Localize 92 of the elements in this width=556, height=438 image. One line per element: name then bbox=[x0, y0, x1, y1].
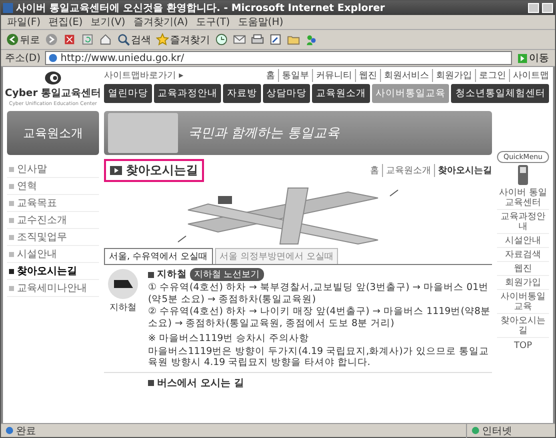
people-icon bbox=[305, 33, 318, 46]
bullet-icon bbox=[148, 272, 154, 278]
nav-tab[interactable]: 청소년통일체험센터 bbox=[451, 84, 550, 103]
go-arrow-icon bbox=[518, 54, 527, 62]
stop-icon bbox=[63, 33, 76, 46]
toolbar-button[interactable] bbox=[268, 33, 283, 46]
search-button[interactable]: 검색 bbox=[116, 32, 152, 46]
address-field[interactable]: http://www.uniedu.go.kr/ bbox=[44, 51, 512, 65]
toolbar-button[interactable] bbox=[250, 33, 265, 46]
sidebar-item[interactable]: 교수진소개 bbox=[7, 212, 99, 229]
section-title: 버스에서 오시는 길 bbox=[157, 376, 244, 390]
sidebar-item[interactable]: 교육목표 bbox=[7, 195, 99, 212]
menu-item[interactable]: 도움말(H) bbox=[238, 15, 284, 29]
top-link[interactable]: 웹진 bbox=[355, 69, 377, 82]
menu-item[interactable]: 도구(T) bbox=[196, 15, 230, 29]
address-label: 주소(D) bbox=[5, 52, 41, 65]
printer-icon bbox=[251, 33, 264, 46]
banner-headline: 국민과 함께하는 통일교육 bbox=[188, 125, 340, 142]
top-link[interactable]: 회원서비스 bbox=[380, 69, 429, 82]
section-title: 지하철 bbox=[157, 268, 187, 280]
page-icon bbox=[5, 426, 14, 435]
note-text: 마을버스1119번은 방향이 두가지(4.19 국립묘지,화계사)가 있으므로 통일교육원 방향시 4.19 국립묘지 방향을 타셔야 합니다. bbox=[148, 346, 490, 368]
clock-icon bbox=[215, 33, 228, 46]
page-title-text: 찾아오시는길 bbox=[126, 162, 198, 179]
sidebar-item[interactable]: 교육세미나안내 bbox=[7, 280, 99, 297]
house-icon bbox=[99, 33, 112, 46]
go-button[interactable]: 이동 bbox=[516, 51, 551, 65]
refresh-icon bbox=[81, 33, 94, 46]
top-link[interactable]: 통일부 bbox=[278, 69, 309, 82]
sidebar-item[interactable]: 연혁 bbox=[7, 178, 99, 195]
toolbar-button[interactable] bbox=[62, 33, 77, 46]
bullet-icon bbox=[148, 380, 154, 386]
window-title: 사이버 통일교육센터에 오신것을 환영합니다. - Microsoft Internet Explorer bbox=[16, 2, 386, 15]
toolbar-button[interactable]: 뒤로 bbox=[5, 32, 41, 46]
browser-icon bbox=[3, 3, 13, 13]
route-map-button[interactable]: 지하철 노선보기 bbox=[190, 268, 264, 281]
menu-item[interactable]: 파일(F) bbox=[7, 15, 41, 29]
note-text: ※ 마을버스1119번 승차시 주의사항 bbox=[148, 333, 310, 344]
top-button[interactable]: TOP bbox=[514, 339, 532, 353]
nav-tab[interactable]: 열린마당 bbox=[104, 84, 152, 103]
star-icon bbox=[156, 33, 169, 46]
pencil-icon bbox=[269, 33, 282, 46]
menu-item[interactable]: 즐겨찾기(A) bbox=[133, 15, 188, 29]
top-link[interactable]: 로그인 bbox=[475, 69, 506, 82]
quick-menu-item[interactable]: 시설안내 bbox=[497, 235, 549, 248]
breadcrumb-item: 찾아오시는길 bbox=[434, 164, 492, 177]
quick-menu-item[interactable]: 회원가입 bbox=[497, 277, 549, 290]
breadcrumb-item[interactable]: 교육원소개 bbox=[382, 164, 431, 177]
sitemap-link[interactable]: 사이트맵바로가기 ▸ bbox=[104, 69, 184, 82]
top-link[interactable]: 회원가입 bbox=[432, 69, 472, 82]
top-link[interactable]: 사이트맵 bbox=[509, 69, 549, 82]
quick-menu-item[interactable]: 교육과정안내 bbox=[497, 211, 549, 234]
security-zone: 인터넷 bbox=[482, 424, 512, 438]
sidebar-item[interactable]: 조직및업무 bbox=[7, 229, 99, 246]
status-text: 완료 bbox=[16, 424, 36, 438]
toolbar-button[interactable] bbox=[232, 33, 247, 46]
top-link[interactable]: 커뮤니티 bbox=[312, 69, 352, 82]
icon-caption: 지하철 bbox=[110, 302, 136, 314]
sidebar-item[interactable]: 찾아오시는길 bbox=[7, 263, 99, 280]
breadcrumb-item[interactable]: 홈 bbox=[370, 164, 379, 177]
toolbar-button[interactable] bbox=[214, 33, 229, 46]
sidebar-item[interactable]: 인사말 bbox=[7, 161, 99, 178]
menu-item[interactable]: 편집(E) bbox=[48, 15, 83, 29]
quick-menu-item[interactable]: 사이버통일교육 bbox=[497, 291, 549, 314]
quick-menu-item[interactable]: 사이버 통일교육센터 bbox=[497, 187, 549, 210]
train-icon bbox=[107, 268, 139, 300]
toolbar-button[interactable] bbox=[98, 33, 113, 46]
photo-placeholder bbox=[108, 113, 178, 153]
url-text: http://www.uniedu.go.kr/ bbox=[60, 52, 184, 64]
nav-tab[interactable]: 자료방 bbox=[223, 84, 261, 103]
search-icon bbox=[117, 33, 130, 46]
section-heading: 교육원소개 bbox=[7, 111, 99, 155]
direction-text: ② 수유역(4호선) 하차 → 나이키 매장 앞(4번출구) → 마을버스 1119번(약8분 소요) → 종점하차(통일교육원, 종점에서 도보 8분 거리) bbox=[148, 306, 492, 329]
quick-menu-item[interactable]: 자료검색 bbox=[497, 249, 549, 262]
menu-item[interactable]: 보기(V) bbox=[90, 15, 126, 29]
toolbar-button[interactable] bbox=[80, 33, 95, 46]
nav-tab[interactable]: 교육원소개 bbox=[312, 84, 370, 103]
envelope-icon bbox=[233, 33, 246, 46]
direction-tab[interactable]: 서울, 수유역에서 오실때 bbox=[104, 248, 213, 264]
nav-tab[interactable]: 상담마당 bbox=[262, 84, 310, 103]
quick-menu-item[interactable]: 웹진 bbox=[497, 263, 549, 276]
quick-menu-item[interactable]: 찾아오시는길 bbox=[497, 315, 549, 338]
logo-icon bbox=[44, 71, 62, 85]
sidebar-item[interactable]: 시설안내 bbox=[7, 246, 99, 263]
logo-text[interactable]: Cyber 통일교육센터 bbox=[4, 86, 102, 100]
globe-icon bbox=[471, 426, 480, 435]
toolbar-button[interactable]: 즐겨찾기 bbox=[155, 32, 211, 46]
direction-text: ① 수유역(4호선) 하차 → 북부경찰서,교보빌딩 앞(3번출구) → 마을버스 01번(약5분 소요) → 종점하차(통일교육원) bbox=[148, 282, 490, 305]
page-icon bbox=[48, 53, 58, 63]
nav-tab[interactable]: 교육과정안내 bbox=[154, 84, 222, 103]
play-icon bbox=[110, 166, 122, 175]
top-link[interactable]: 홈 bbox=[266, 69, 275, 82]
